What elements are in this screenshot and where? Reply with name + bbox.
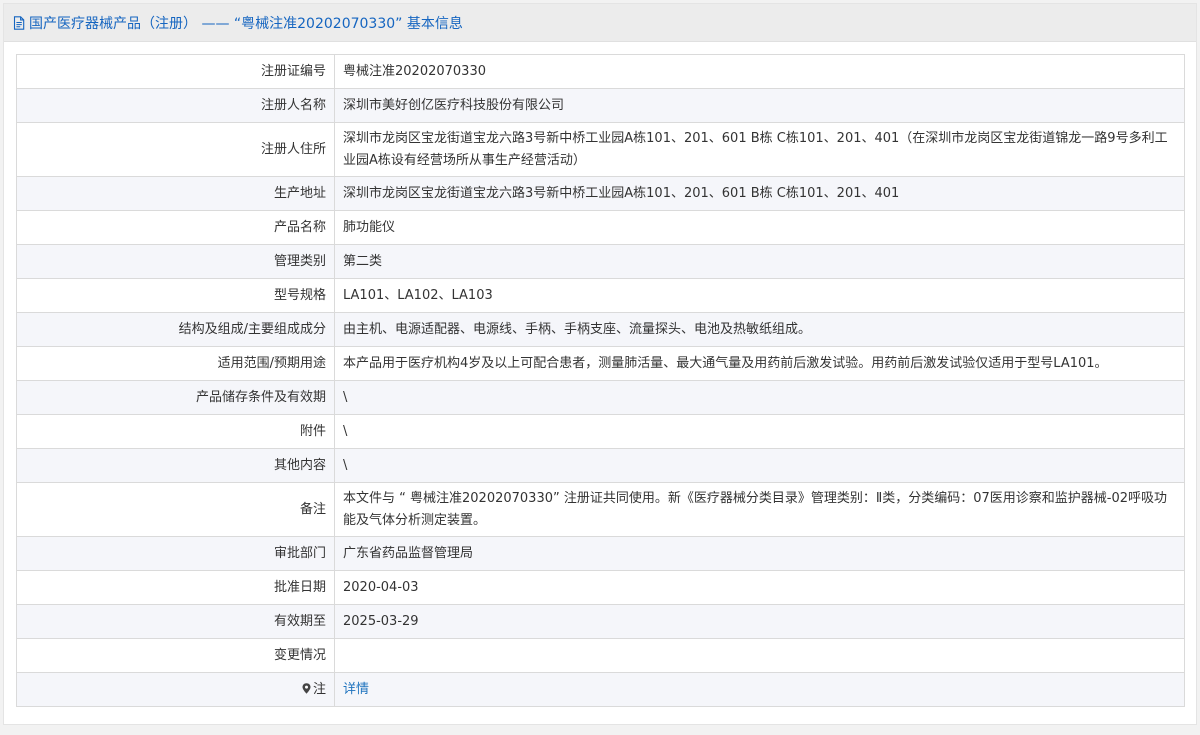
table-row: 附件 \ — [16, 414, 1185, 449]
table-row: 管理类别 第二类 — [16, 244, 1185, 279]
row-value: \ — [334, 448, 1185, 483]
document-icon — [13, 15, 25, 30]
info-table-wrap: 注册证编号 粤械注准20202070330 注册人名称 深圳市美好创亿医疗科技股… — [16, 54, 1185, 707]
row-label: 型号规格 — [16, 278, 335, 313]
row-label: 有效期至 — [16, 604, 335, 639]
row-label: 管理类别 — [16, 244, 335, 279]
row-label: 注册人住所 — [16, 122, 335, 177]
row-label: 批准日期 — [16, 570, 335, 605]
row-value: 肺功能仪 — [334, 210, 1185, 245]
row-label: 备注 — [16, 482, 335, 537]
note-row: 注 详情 — [16, 672, 1185, 707]
row-value: 第二类 — [334, 244, 1185, 279]
info-panel: 国产医疗器械产品（注册） —— “粤械注准20202070330” 基本信息 注… — [3, 3, 1197, 725]
row-label: 结构及组成/主要组成成分 — [16, 312, 335, 347]
table-row: 结构及组成/主要组成成分 由主机、电源适配器、电源线、手柄、手柄支座、流量探头、… — [16, 312, 1185, 347]
row-label: 变更情况 — [16, 638, 335, 673]
table-row: 变更情况 — [16, 638, 1185, 673]
row-label: 注册证编号 — [16, 54, 335, 89]
table-row: 适用范围/预期用途 本产品用于医疗机构4岁及以上可配合患者，测量肺活量、最大通气… — [16, 346, 1185, 381]
row-label: 注册人名称 — [16, 88, 335, 123]
row-value: 由主机、电源适配器、电源线、手柄、手柄支座、流量探头、电池及热敏纸组成。 — [334, 312, 1185, 347]
table-row: 审批部门 广东省药品监督管理局 — [16, 536, 1185, 571]
row-label: 其他内容 — [16, 448, 335, 483]
table-row: 注册人住所 深圳市龙岗区宝龙街道宝龙六路3号新中桥工业园A栋101、201、60… — [16, 122, 1185, 177]
row-value: 本产品用于医疗机构4岁及以上可配合患者，测量肺活量、最大通气量及用药前后激发试验… — [334, 346, 1185, 381]
row-value: \ — [334, 380, 1185, 415]
note-value-cell: 详情 — [334, 672, 1185, 707]
row-value: \ — [334, 414, 1185, 449]
row-value: 深圳市龙岗区宝龙街道宝龙六路3号新中桥工业园A栋101、201、601 B栋 C… — [334, 122, 1185, 177]
row-label: 附件 — [16, 414, 335, 449]
table-row: 产品名称 肺功能仪 — [16, 210, 1185, 245]
table-row: 产品储存条件及有效期 \ — [16, 380, 1185, 415]
row-value: 2020-04-03 — [334, 570, 1185, 605]
table-row: 批准日期 2020-04-03 — [16, 570, 1185, 605]
table-row: 其他内容 \ — [16, 448, 1185, 483]
row-value: 深圳市美好创亿医疗科技股份有限公司 — [334, 88, 1185, 123]
page-title: 国产医疗器械产品（注册） —— “粤械注准20202070330” 基本信息 — [29, 15, 463, 32]
table-row: 有效期至 2025-03-29 — [16, 604, 1185, 639]
details-link[interactable]: 详情 — [343, 682, 369, 697]
row-label: 产品名称 — [16, 210, 335, 245]
table-row: 备注 本文件与 “ 粤械注准20202070330” 注册证共同使用。新《医疗器… — [16, 482, 1185, 537]
row-label: 生产地址 — [16, 176, 335, 211]
table-row: 注册证编号 粤械注准20202070330 — [16, 54, 1185, 89]
row-label: 适用范围/预期用途 — [16, 346, 335, 381]
row-value: 2025-03-29 — [334, 604, 1185, 639]
table-row: 型号规格 LA101、LA102、LA103 — [16, 278, 1185, 313]
row-value: LA101、LA102、LA103 — [334, 278, 1185, 313]
note-label-cell: 注 — [16, 672, 335, 707]
row-label: 产品储存条件及有效期 — [16, 380, 335, 415]
row-label: 审批部门 — [16, 536, 335, 571]
info-table: 注册证编号 粤械注准20202070330 注册人名称 深圳市美好创亿医疗科技股… — [16, 54, 1185, 707]
row-value: 深圳市龙岗区宝龙街道宝龙六路3号新中桥工业园A栋101、201、601 B栋 C… — [334, 176, 1185, 211]
row-value: 粤械注准20202070330 — [334, 54, 1185, 89]
row-value: 广东省药品监督管理局 — [334, 536, 1185, 571]
row-value: 本文件与 “ 粤械注准20202070330” 注册证共同使用。新《医疗器械分类… — [334, 482, 1185, 537]
table-row: 生产地址 深圳市龙岗区宝龙街道宝龙六路3号新中桥工业园A栋101、201、601… — [16, 176, 1185, 211]
map-pin-icon — [302, 682, 311, 694]
table-row: 注册人名称 深圳市美好创亿医疗科技股份有限公司 — [16, 88, 1185, 123]
row-value — [334, 638, 1185, 673]
note-label: 注 — [312, 681, 326, 697]
panel-header: 国产医疗器械产品（注册） —— “粤械注准20202070330” 基本信息 — [4, 4, 1196, 42]
